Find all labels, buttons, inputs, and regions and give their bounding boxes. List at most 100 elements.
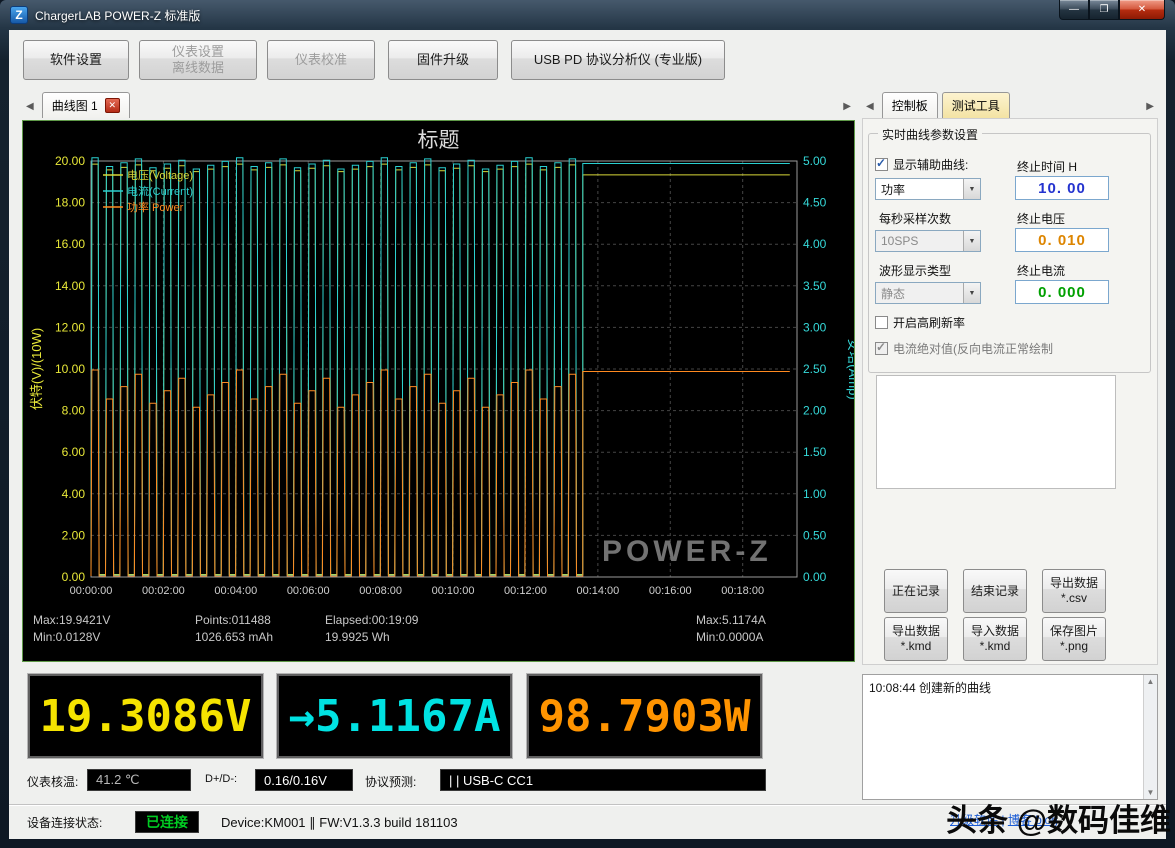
svg-text:12.00: 12.00 (55, 320, 85, 334)
pd-analyzer-button[interactable]: USB PD 协议分析仪 (专业版) (511, 40, 725, 80)
end-voltage-input[interactable]: 0. 010 (1015, 228, 1109, 252)
svg-text:8.00: 8.00 (62, 404, 86, 418)
meter-settings-button[interactable]: 仪表设置 离线数据 (139, 40, 257, 80)
chart-area: 标题 20.005.0018.004.5016.004.0014.003.501… (22, 120, 855, 662)
log-entry: 10:08:44 创建新的曲线 (863, 675, 1157, 700)
svg-text:伏特(V)/(10W): 伏特(V)/(10W) (29, 328, 44, 410)
device-name: Device:KM001 (221, 815, 306, 830)
current-display: →5.1167A (277, 674, 512, 758)
status-row: 仪表核温: 41.2 ℃ D+/D-: 0.16/0.16V 协议预测: | |… (9, 768, 866, 792)
button-label: 仪表校准 (295, 52, 347, 68)
connection-label: 设备连接状态: (27, 814, 102, 831)
stat-elapsed: Elapsed:00:19:09 (325, 612, 696, 629)
close-button[interactable]: ✕ (1119, 0, 1165, 20)
wave-type-select[interactable]: 静态 ▼ (875, 282, 981, 304)
aux-curve-checkbox[interactable]: 显示辅助曲线: (875, 156, 968, 173)
chevron-down-icon: ▼ (963, 179, 980, 199)
import-kmd-button[interactable]: 导入数据 *.kmd (963, 617, 1027, 661)
panel-tab-scroll-right-icon[interactable]: ▶ (1142, 101, 1158, 118)
svg-text:10.00: 10.00 (55, 362, 85, 376)
curve-params-group-title: 实时曲线参数设置 (878, 126, 982, 143)
meter-calibration-button[interactable]: 仪表校准 (267, 40, 375, 80)
tab-label: 控制板 (892, 97, 928, 114)
sps-select[interactable]: 10SPS ▼ (875, 230, 981, 252)
svg-text:1.50: 1.50 (803, 445, 827, 459)
button-label: *.kmd (980, 639, 1011, 654)
sps-select-value: 10SPS (876, 234, 963, 248)
button-label: 软件设置 (50, 52, 102, 68)
core-temp-value: 41.2 ℃ (87, 769, 191, 791)
wave-type-label: 波形显示类型 (879, 262, 951, 279)
export-kmd-button[interactable]: 导出数据 *.kmd (884, 617, 948, 661)
panel-tab-scroll-left-icon[interactable]: ◀ (862, 101, 878, 118)
tab-test-tools[interactable]: 测试工具 (942, 92, 1010, 118)
chart-stats: Max:19.9421V Min:0.0128V Points:011488 1… (23, 610, 854, 646)
svg-text:2.00: 2.00 (62, 528, 86, 542)
svg-text:14.00: 14.00 (55, 279, 85, 293)
wave-type-select-value: 静态 (876, 285, 963, 302)
aux-curve-select[interactable]: 功率 ▼ (875, 178, 981, 200)
svg-text:0.50: 0.50 (803, 528, 827, 542)
svg-text:00:10:00: 00:10:00 (432, 585, 475, 597)
software-settings-button[interactable]: 软件设置 (23, 40, 129, 80)
voltage-display: 19.3086V (28, 674, 263, 758)
tab-scroll-left-icon[interactable]: ◀ (22, 101, 38, 118)
svg-text:0.00: 0.00 (803, 570, 827, 584)
tab-curve-1[interactable]: 曲线图 1 ✕ (42, 92, 130, 118)
recording-button[interactable]: 正在记录 (884, 569, 948, 613)
stat-points: Points:011488 (195, 612, 325, 629)
end-current-input[interactable]: 0. 000 (1015, 280, 1109, 304)
chart-svg[interactable]: 20.005.0018.004.5016.004.0014.003.5012.0… (23, 147, 854, 605)
svg-text:6.00: 6.00 (62, 445, 86, 459)
stop-record-button[interactable]: 结束记录 (963, 569, 1027, 613)
button-label: 结束记录 (971, 584, 1019, 599)
power-display: 98.7903W (527, 674, 762, 758)
svg-text:00:00:00: 00:00:00 (70, 585, 113, 597)
button-label: *.kmd (901, 639, 932, 654)
save-image-button[interactable]: 保存图片 *.png (1042, 617, 1106, 661)
panel-buttons: 正在记录 结束记录 导出数据 *.csv 导出数据 *.kmd 导入数据 (884, 569, 1106, 661)
firmware-upgrade-button[interactable]: 固件升级 (388, 40, 498, 80)
abs-current-checkbox[interactable]: 电流绝对值(反向电流正常绘制 (875, 340, 1053, 357)
device-info: Device:KM001 ∥ FW:V1.3.3 build 181103 (221, 815, 458, 831)
empty-listbox (876, 375, 1116, 489)
tab-scroll-right-icon[interactable]: ▶ (839, 101, 855, 118)
svg-text:00:08:00: 00:08:00 (359, 585, 402, 597)
high-refresh-checkbox[interactable]: 开启高刷新率 (875, 314, 965, 331)
end-voltage-label: 终止电压 (1017, 210, 1065, 227)
stat-voltage-max: Max:19.9421V (33, 612, 195, 629)
svg-text:00:14:00: 00:14:00 (576, 585, 619, 597)
dpdm-value: 0.16/0.16V (255, 769, 353, 791)
chevron-down-icon: ▼ (963, 283, 980, 303)
panel-tab-bar: ◀ 控制板 测试工具 ▶ (862, 90, 1158, 118)
stat-wh: 19.9925 Wh (325, 629, 696, 646)
checkbox-icon (875, 342, 888, 355)
button-label: 导入数据 (971, 624, 1019, 639)
svg-text:功率 Power: 功率 Power (127, 200, 184, 214)
end-current-label: 终止电流 (1017, 262, 1065, 279)
tab-control-panel[interactable]: 控制板 (882, 92, 938, 118)
high-refresh-label: 开启高刷新率 (893, 314, 965, 331)
minimize-button[interactable]: — (1059, 0, 1089, 20)
svg-text:4.00: 4.00 (62, 487, 86, 501)
end-time-input[interactable]: 10. 00 (1015, 176, 1109, 200)
article-watermark: 头条 @数码佳维 (946, 795, 1171, 840)
button-label: 仪表设置 (172, 44, 224, 60)
svg-text:0.00: 0.00 (62, 570, 86, 584)
tab-close-icon[interactable]: ✕ (105, 98, 120, 113)
maximize-button[interactable]: ❐ (1089, 0, 1119, 20)
tab-label: 测试工具 (952, 97, 1000, 114)
svg-text:4.00: 4.00 (803, 237, 827, 251)
protocol-value: | | USB-C CC1 (440, 769, 766, 791)
scroll-up-icon[interactable]: ▲ (1147, 677, 1155, 686)
checkbox-icon (875, 158, 888, 171)
svg-text:3.00: 3.00 (803, 320, 827, 334)
svg-text:18.00: 18.00 (55, 196, 85, 210)
log-scrollbar[interactable]: ▲ ▼ (1143, 675, 1157, 799)
aux-curve-select-value: 功率 (876, 181, 963, 198)
export-csv-button[interactable]: 导出数据 *.csv (1042, 569, 1106, 613)
divider: ∥ (309, 815, 316, 830)
end-time-label: 终止时间 H (1017, 158, 1077, 175)
app-window: Z ChargerLAB POWER-Z 标准版 — ❐ ✕ 软件设置 仪表设置… (0, 0, 1175, 848)
svg-text:20.00: 20.00 (55, 154, 85, 168)
